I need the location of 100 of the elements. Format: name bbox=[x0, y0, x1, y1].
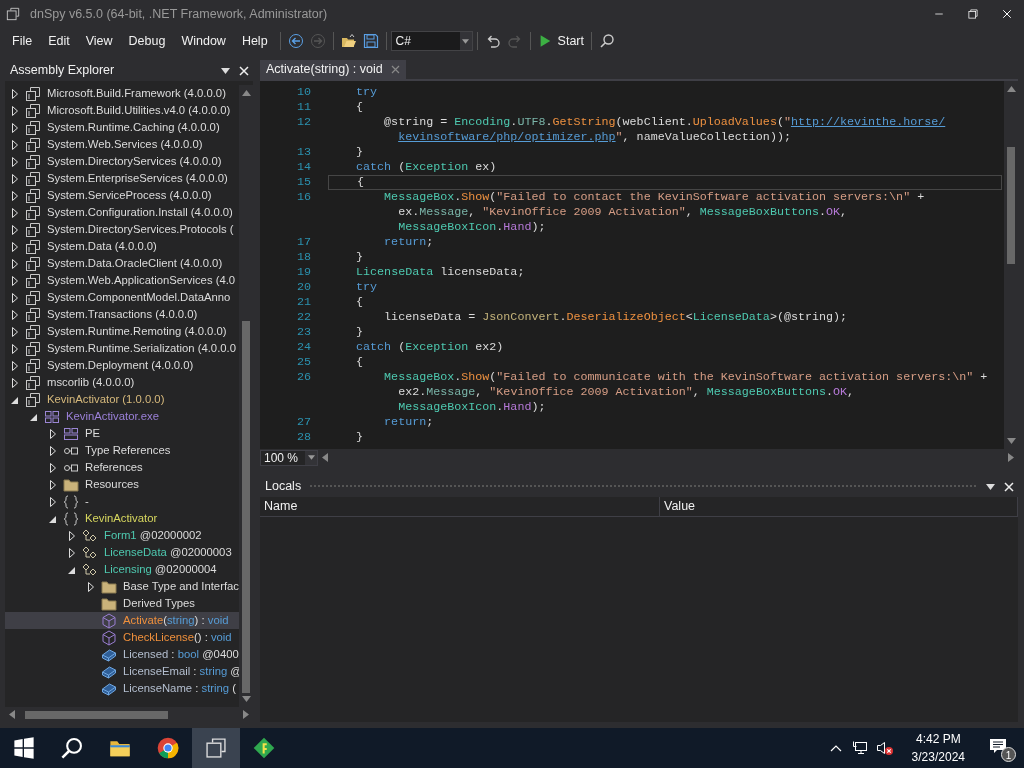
tree-item[interactable]: Base Type and Interfac bbox=[123, 578, 239, 595]
collapsed-arrow-icon[interactable] bbox=[10, 325, 20, 338]
tree-item[interactable]: System.Data.OracleClient (4.0.0.0) bbox=[47, 255, 223, 272]
clock-date[interactable]: 3/23/2024 bbox=[911, 748, 965, 766]
code-line: ex2.Message, "KevinOffice 2009 Activation", MessageBoxButtons.OK, bbox=[397, 385, 855, 400]
vertical-scrollbar[interactable] bbox=[239, 85, 253, 707]
dropdown-icon[interactable] bbox=[221, 67, 230, 74]
collapsed-arrow-icon[interactable] bbox=[10, 206, 20, 219]
collapsed-arrow-icon[interactable] bbox=[48, 444, 58, 457]
collapsed-arrow-icon[interactable] bbox=[48, 478, 58, 491]
editor-tab[interactable]: Activate(string) : void bbox=[260, 60, 406, 79]
show-hidden-icons-icon[interactable] bbox=[829, 744, 842, 752]
tree-item[interactable]: System.Deployment (4.0.0.0) bbox=[47, 357, 194, 374]
collapsed-arrow-icon[interactable] bbox=[10, 342, 20, 355]
tree-item[interactable]: System.Runtime.Remoting (4.0.0.0) bbox=[47, 323, 227, 340]
tree-item[interactable]: System.EnterpriseServices (4.0.0.0) bbox=[47, 170, 228, 187]
field-icon bbox=[101, 663, 117, 680]
collapsed-arrow-icon[interactable] bbox=[48, 461, 58, 474]
tree-item[interactable]: System.Configuration.Install (4.0.0.0) bbox=[47, 204, 233, 221]
clock-time[interactable]: 4:42 PM bbox=[911, 730, 965, 748]
zoom-dropdown[interactable]: 100 % bbox=[260, 449, 318, 466]
menu-item[interactable]: File bbox=[4, 29, 41, 53]
collapsed-arrow-icon[interactable] bbox=[86, 580, 96, 593]
collapsed-arrow-icon[interactable] bbox=[10, 155, 20, 168]
collapsed-arrow-icon[interactable] bbox=[10, 223, 20, 236]
network-icon[interactable] bbox=[851, 740, 868, 756]
column-header[interactable]: Name bbox=[260, 497, 660, 516]
tree-item[interactable]: Microsoft.Build.Utilities.v4.0 (4.0.0.0) bbox=[47, 102, 231, 119]
tree-item[interactable]: System.Transactions (4.0.0.0) bbox=[47, 306, 198, 323]
tree-item[interactable]: System.Web.Services (4.0.0.0) bbox=[47, 136, 203, 153]
collapsed-arrow-icon[interactable] bbox=[10, 257, 20, 270]
tree-item[interactable]: System.Runtime.Caching (4.0.0.0) bbox=[47, 119, 220, 136]
scroll-down-icon[interactable] bbox=[241, 696, 251, 702]
tree-item[interactable]: CheckLicense() : void bbox=[123, 629, 232, 646]
collapsed-arrow-icon[interactable] bbox=[10, 240, 20, 253]
dropdown-arrow-icon bbox=[307, 455, 315, 460]
collapsed-arrow-icon[interactable] bbox=[10, 104, 20, 117]
volume-muted-icon[interactable] bbox=[875, 740, 894, 756]
tree-item[interactable]: References bbox=[85, 459, 143, 476]
tree-item[interactable]: Resources bbox=[85, 476, 139, 493]
collapsed-arrow-icon[interactable] bbox=[67, 546, 77, 559]
code-line: catch (Exception ex2) bbox=[355, 340, 504, 355]
tree-item[interactable]: Microsoft.Build.Framework (4.0.0.0) bbox=[47, 85, 226, 102]
tree-item[interactable]: LicenseName : string ( bbox=[123, 680, 237, 697]
tree-item[interactable]: KevinActivator bbox=[85, 510, 158, 527]
collapsed-arrow-icon[interactable] bbox=[10, 121, 20, 134]
collapsed-arrow-icon[interactable] bbox=[10, 138, 20, 151]
scroll-left-icon[interactable] bbox=[322, 453, 328, 462]
collapsed-arrow-icon[interactable] bbox=[10, 359, 20, 372]
tree-item[interactable]: Derived Types bbox=[123, 595, 195, 612]
tree-item[interactable]: System.Runtime.Serialization (4.0.0.0 bbox=[47, 340, 236, 357]
dropdown-icon[interactable] bbox=[986, 483, 995, 490]
tree-item[interactable]: Form1 @02000002 bbox=[104, 527, 202, 544]
menu-item[interactable]: Window bbox=[173, 29, 234, 53]
collapsed-arrow-icon[interactable] bbox=[10, 172, 20, 185]
taskbar-app[interactable] bbox=[192, 728, 240, 768]
tree-item[interactable]: System.DirectoryServices.Protocols ( bbox=[47, 221, 234, 238]
scrollbar-thumb[interactable] bbox=[1007, 147, 1015, 264]
menu-item[interactable]: Edit bbox=[40, 29, 78, 53]
url-link[interactable]: kevinsoftware/php/optimizer.php bbox=[398, 130, 616, 144]
tree-item[interactable]: System.ComponentModel.DataAnno bbox=[47, 289, 231, 306]
code-line: MessageBoxIcon.Hand); bbox=[397, 220, 546, 235]
scroll-up-icon[interactable] bbox=[241, 90, 251, 96]
column-header[interactable]: Value bbox=[660, 497, 1018, 516]
tree-item[interactable]: PE bbox=[85, 425, 101, 442]
tree-item[interactable]: System.Data (4.0.0.0) bbox=[47, 238, 157, 255]
scrollbar-thumb[interactable] bbox=[25, 710, 168, 719]
collapsed-arrow-icon[interactable] bbox=[10, 87, 20, 100]
tree-item[interactable]: - bbox=[85, 493, 89, 510]
tree-item[interactable]: System.Web.ApplicationServices (4.0 bbox=[47, 272, 236, 289]
tree-item[interactable]: Type References bbox=[85, 442, 171, 459]
collapsed-arrow-icon[interactable] bbox=[67, 529, 77, 542]
tree-item[interactable]: mscorlib (4.0.0.0) bbox=[47, 374, 135, 391]
url-link[interactable]: http://kevinthe.horse/ bbox=[790, 115, 946, 129]
collapsed-arrow-icon[interactable] bbox=[10, 376, 20, 389]
tree-item[interactable]: Licensed : bool @0400 bbox=[123, 646, 239, 663]
menu-item[interactable]: View bbox=[77, 29, 121, 53]
tree-item[interactable]: Licensing @02000004 bbox=[104, 561, 217, 578]
scroll-right-icon[interactable] bbox=[243, 710, 249, 719]
collapsed-arrow-icon[interactable] bbox=[48, 495, 58, 508]
tree-item[interactable]: System.ServiceProcess (4.0.0.0) bbox=[47, 187, 212, 204]
notification-button[interactable]: 1 bbox=[989, 734, 1016, 762]
scroll-down-icon[interactable] bbox=[1006, 438, 1016, 444]
tree-item[interactable]: LicenseData @02000003 bbox=[104, 544, 232, 561]
collapsed-arrow-icon[interactable] bbox=[10, 291, 20, 304]
scrollbar-thumb[interactable] bbox=[242, 321, 251, 693]
collapsed-arrow-icon[interactable] bbox=[48, 427, 58, 440]
menu-item[interactable]: Debug bbox=[120, 29, 174, 53]
scroll-up-icon[interactable] bbox=[1006, 86, 1016, 92]
scroll-left-icon[interactable] bbox=[9, 710, 15, 719]
language-dropdown[interactable]: C# bbox=[390, 31, 473, 51]
start-button[interactable]: Start bbox=[534, 29, 587, 53]
collapsed-arrow-icon[interactable] bbox=[10, 308, 20, 321]
scroll-right-icon[interactable] bbox=[1008, 453, 1014, 462]
menu-item[interactable]: Help bbox=[233, 29, 276, 53]
tree-item[interactable]: KevinActivator.exe bbox=[66, 408, 159, 425]
collapsed-arrow-icon[interactable] bbox=[10, 274, 20, 287]
tree-item[interactable]: System.DirectoryServices (4.0.0.0) bbox=[47, 153, 222, 170]
collapsed-arrow-icon[interactable] bbox=[10, 189, 20, 202]
tree-item[interactable]: KevinActivator (1.0.0.0) bbox=[47, 391, 165, 408]
